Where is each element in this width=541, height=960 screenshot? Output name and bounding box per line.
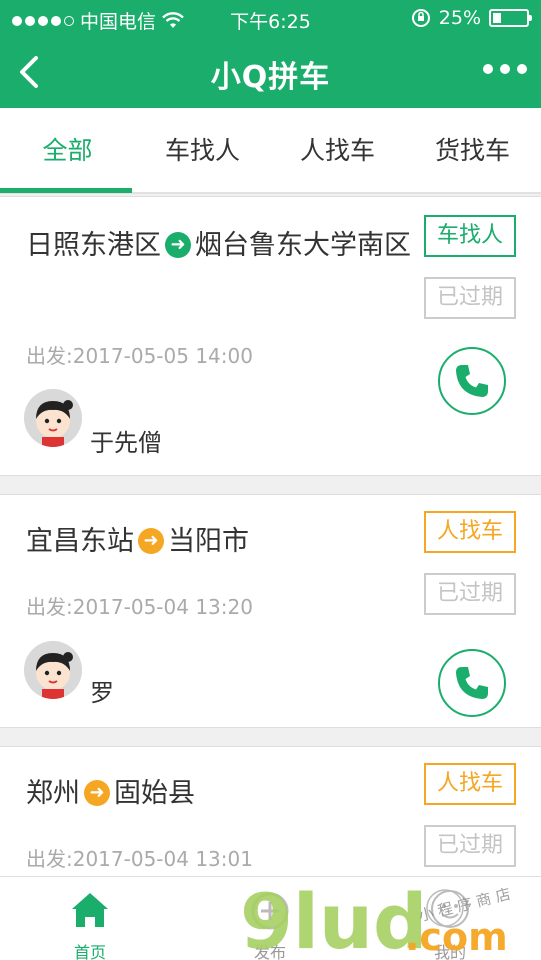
home-icon — [72, 893, 108, 927]
tab-people-seek-car[interactable]: 人找车 — [270, 108, 405, 194]
tabbar-publish[interactable]: 发布 — [210, 877, 330, 960]
route-destination: 当阳市 — [168, 526, 249, 557]
departure-time: 出发:2017-05-05 14:00 — [26, 344, 253, 368]
page-title: 小Q拼车 — [210, 60, 331, 95]
filter-tabs: 全部 车找人 人找车 货找车 — [0, 108, 541, 194]
tabbar-label: 我的 — [433, 943, 466, 960]
more-dot — [483, 64, 493, 74]
tab-all[interactable]: 全部 — [0, 108, 135, 194]
route-origin: 郑州 — [26, 778, 80, 809]
tabbar-label: 首页 — [73, 943, 106, 960]
arrow-right-icon: ➜ — [165, 232, 191, 258]
trip-route: 日照东港区 ➜ 烟台鲁东大学南区 — [26, 223, 416, 269]
status-badge: 已过期 — [424, 277, 516, 319]
route-destination: 烟台鲁东大学南区 — [195, 230, 411, 261]
avatar — [24, 389, 82, 447]
departure-time: 出发:2017-05-04 13:01 — [26, 847, 253, 871]
status-badge: 已过期 — [424, 573, 516, 615]
departure-time: 出发:2017-05-04 13:20 — [26, 595, 253, 619]
status-badge: 已过期 — [424, 825, 516, 867]
navigation-bar: 小Q拼车 — [0, 36, 541, 108]
profile-icon — [431, 890, 469, 928]
poster-name: 于先僧 — [90, 429, 162, 457]
more-dot — [517, 64, 527, 74]
tabbar-home[interactable]: 首页 — [30, 877, 150, 960]
more-dot — [500, 64, 510, 74]
active-tab-indicator — [0, 188, 132, 193]
trip-route: 郑州 ➜ 固始县 — [26, 771, 416, 817]
call-button[interactable] — [438, 649, 506, 717]
battery-icon — [489, 9, 532, 27]
poster-name: 罗 — [90, 679, 114, 707]
avatar — [24, 641, 82, 699]
route-origin: 宜昌东站 — [26, 526, 134, 557]
call-button[interactable] — [438, 347, 506, 415]
route-origin: 日照东港区 — [26, 230, 161, 261]
trip-type-tag: 人找车 — [424, 763, 516, 805]
trip-card[interactable]: 日照东港区 ➜ 烟台鲁东大学南区 车找人 已过期 出发:2017-05-05 14:… — [0, 196, 541, 476]
phone-icon — [456, 365, 488, 397]
trip-type-tag: 人找车 — [424, 511, 516, 553]
rotation-lock-icon — [411, 9, 430, 27]
arrow-right-icon: ➜ — [84, 780, 110, 806]
tabbar-label: 发布 — [253, 943, 286, 960]
arrow-right-icon: ➜ — [138, 528, 164, 554]
trip-card[interactable]: 宜昌东站 ➜ 当阳市 人找车 已过期 出发:2017-05-04 13:20 罗 — [0, 494, 541, 728]
publish-icon — [251, 892, 289, 930]
avatar-girl-icon — [24, 389, 82, 447]
tab-cargo-seeks-car[interactable]: 货找车 — [405, 108, 540, 194]
tabbar-profile[interactable]: 我的 — [390, 877, 510, 960]
phone-icon — [456, 667, 488, 699]
battery-percent: 25% — [438, 7, 481, 29]
trip-type-tag: 车找人 — [424, 215, 516, 257]
trip-route: 宜昌东站 ➜ 当阳市 — [26, 519, 416, 565]
more-button[interactable] — [483, 64, 527, 74]
route-destination: 固始县 — [114, 778, 195, 809]
tab-car-seeks-people[interactable]: 车找人 — [135, 108, 270, 194]
avatar-girl-icon — [24, 641, 82, 699]
status-bar: 中国电信 下午6:25 25% — [0, 0, 541, 36]
bottom-tab-bar: 首页 发布 我的 — [0, 876, 541, 960]
